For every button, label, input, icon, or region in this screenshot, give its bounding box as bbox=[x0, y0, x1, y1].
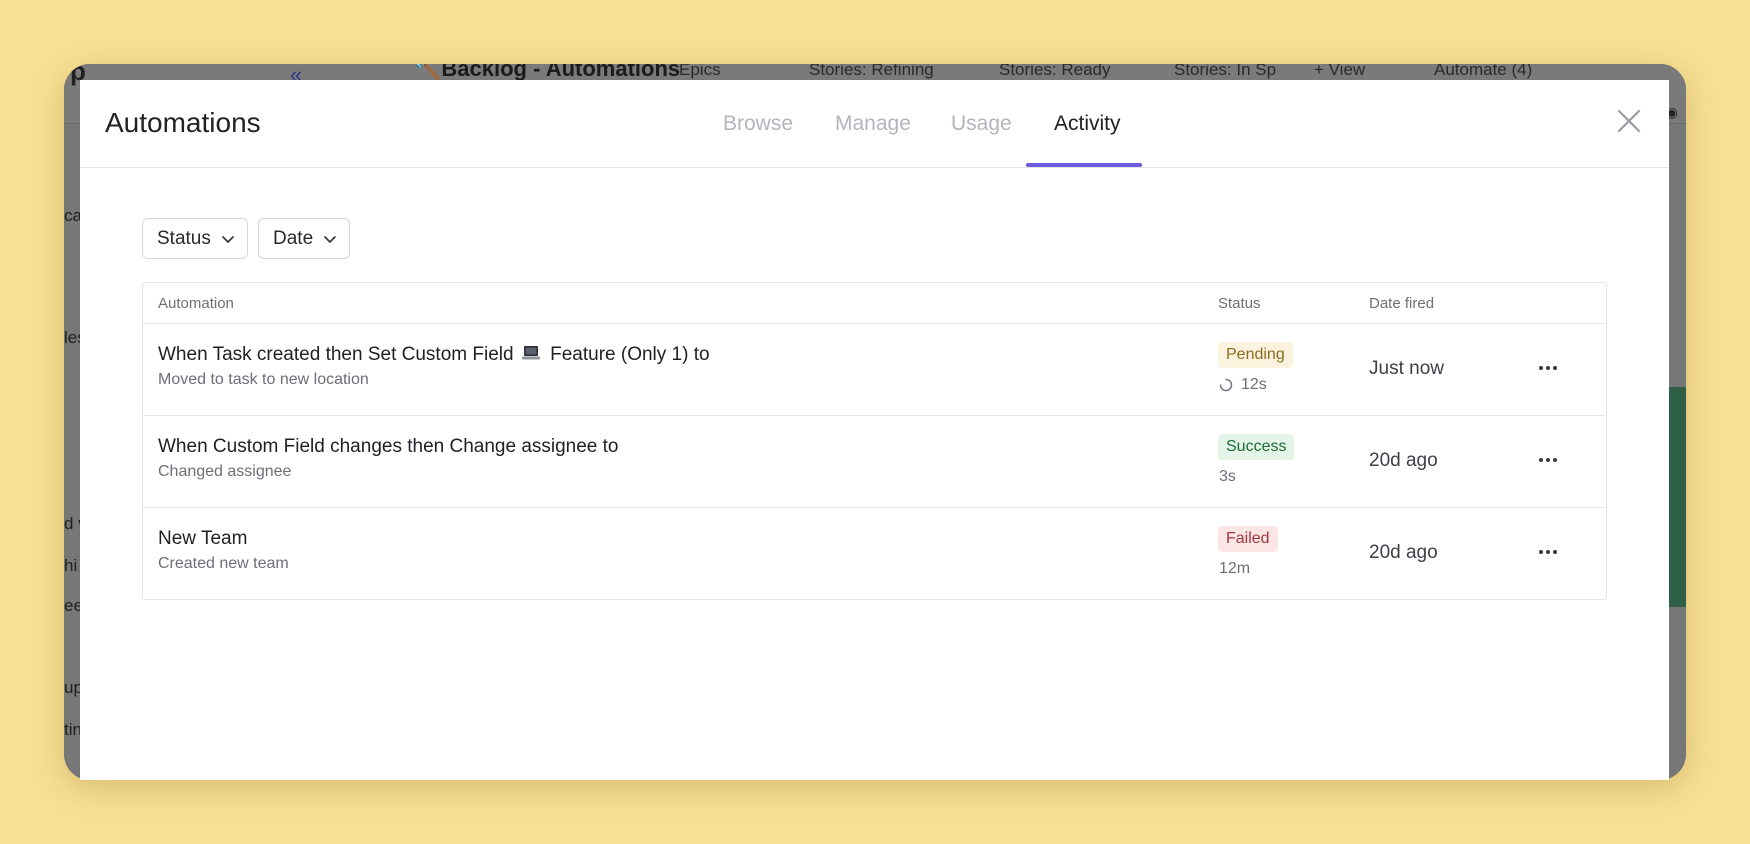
date-fired: 20d ago bbox=[1369, 450, 1438, 471]
automations-modal: Automations Browse Manage Usage Activity… bbox=[80, 80, 1669, 780]
date-filter-label: Date bbox=[273, 227, 314, 249]
tab-activity[interactable]: Activity bbox=[1054, 112, 1121, 136]
modal-title: Automations bbox=[105, 107, 261, 138]
chevron-down-icon bbox=[324, 235, 336, 243]
background-tab: Stories: Refining bbox=[809, 64, 934, 79]
background-tab: + View bbox=[1314, 64, 1366, 79]
more-horizontal-icon bbox=[1539, 458, 1557, 462]
background-tab: Stories: In Sp bbox=[1174, 64, 1277, 79]
background-tab: Epics bbox=[679, 64, 721, 79]
run-duration: 3s bbox=[1219, 468, 1236, 485]
active-tab-indicator bbox=[1026, 163, 1142, 167]
more-horizontal-icon bbox=[1539, 366, 1557, 370]
more-options-button[interactable] bbox=[1536, 358, 1560, 378]
status-filter-dropdown[interactable]: Status bbox=[142, 218, 248, 259]
tab-browse[interactable]: Browse bbox=[723, 112, 793, 136]
status-badge: Pending bbox=[1218, 342, 1293, 368]
close-button[interactable] bbox=[1616, 108, 1642, 134]
column-header-status: Status bbox=[1218, 295, 1261, 312]
modal-header: Automations Browse Manage Usage Activity bbox=[80, 80, 1669, 168]
more-options-button[interactable] bbox=[1536, 450, 1560, 470]
automation-description: Moved to task to new location bbox=[158, 371, 369, 388]
automation-name: New Team bbox=[158, 528, 248, 549]
laptop-icon bbox=[521, 346, 540, 360]
date-filter-dropdown[interactable]: Date bbox=[258, 218, 350, 259]
status-filter-label: Status bbox=[157, 227, 211, 249]
run-duration: 12s bbox=[1219, 376, 1267, 394]
automation-name-prefix: When Task created then Set Custom Field bbox=[158, 344, 514, 365]
more-horizontal-icon bbox=[1539, 550, 1557, 554]
table-row[interactable]: New Team Created new team Failed 12m 20d… bbox=[143, 508, 1606, 600]
automation-name: When Custom Field changes then Change as… bbox=[158, 436, 619, 457]
column-header-automation: Automation bbox=[158, 295, 234, 312]
table-row[interactable]: When Custom Field changes then Change as… bbox=[143, 416, 1606, 508]
automation-name: When Task created then Set Custom Field … bbox=[158, 344, 710, 366]
background-side-text: hi bbox=[64, 556, 78, 575]
more-options-button[interactable] bbox=[1536, 542, 1560, 562]
status-badge: Success bbox=[1218, 434, 1295, 460]
background-tab: Automate (4) bbox=[1434, 64, 1533, 79]
activity-table: Automation Status Date fired When Task c… bbox=[142, 282, 1607, 600]
column-header-date-fired: Date fired bbox=[1369, 295, 1435, 312]
run-duration-value: 12s bbox=[1241, 376, 1267, 393]
automation-name-suffix: Feature (Only 1) to bbox=[550, 344, 710, 365]
date-fired: Just now bbox=[1369, 358, 1444, 379]
run-duration: 12m bbox=[1219, 560, 1251, 577]
status-badge: Failed bbox=[1218, 526, 1278, 552]
automation-description: Created new team bbox=[158, 555, 289, 572]
loading-spinner-icon bbox=[1219, 378, 1233, 392]
table-row[interactable]: When Task created then Set Custom Field … bbox=[143, 324, 1606, 416]
date-fired: 20d ago bbox=[1369, 542, 1438, 563]
tab-manage[interactable]: Manage bbox=[835, 112, 911, 136]
automation-description: Changed assignee bbox=[158, 463, 292, 480]
background-grid-column bbox=[1668, 387, 1686, 607]
tab-usage[interactable]: Usage bbox=[951, 112, 1012, 136]
close-icon bbox=[1617, 109, 1641, 133]
chevron-down-icon bbox=[221, 235, 234, 243]
background-tab: Stories: Ready bbox=[999, 64, 1111, 79]
